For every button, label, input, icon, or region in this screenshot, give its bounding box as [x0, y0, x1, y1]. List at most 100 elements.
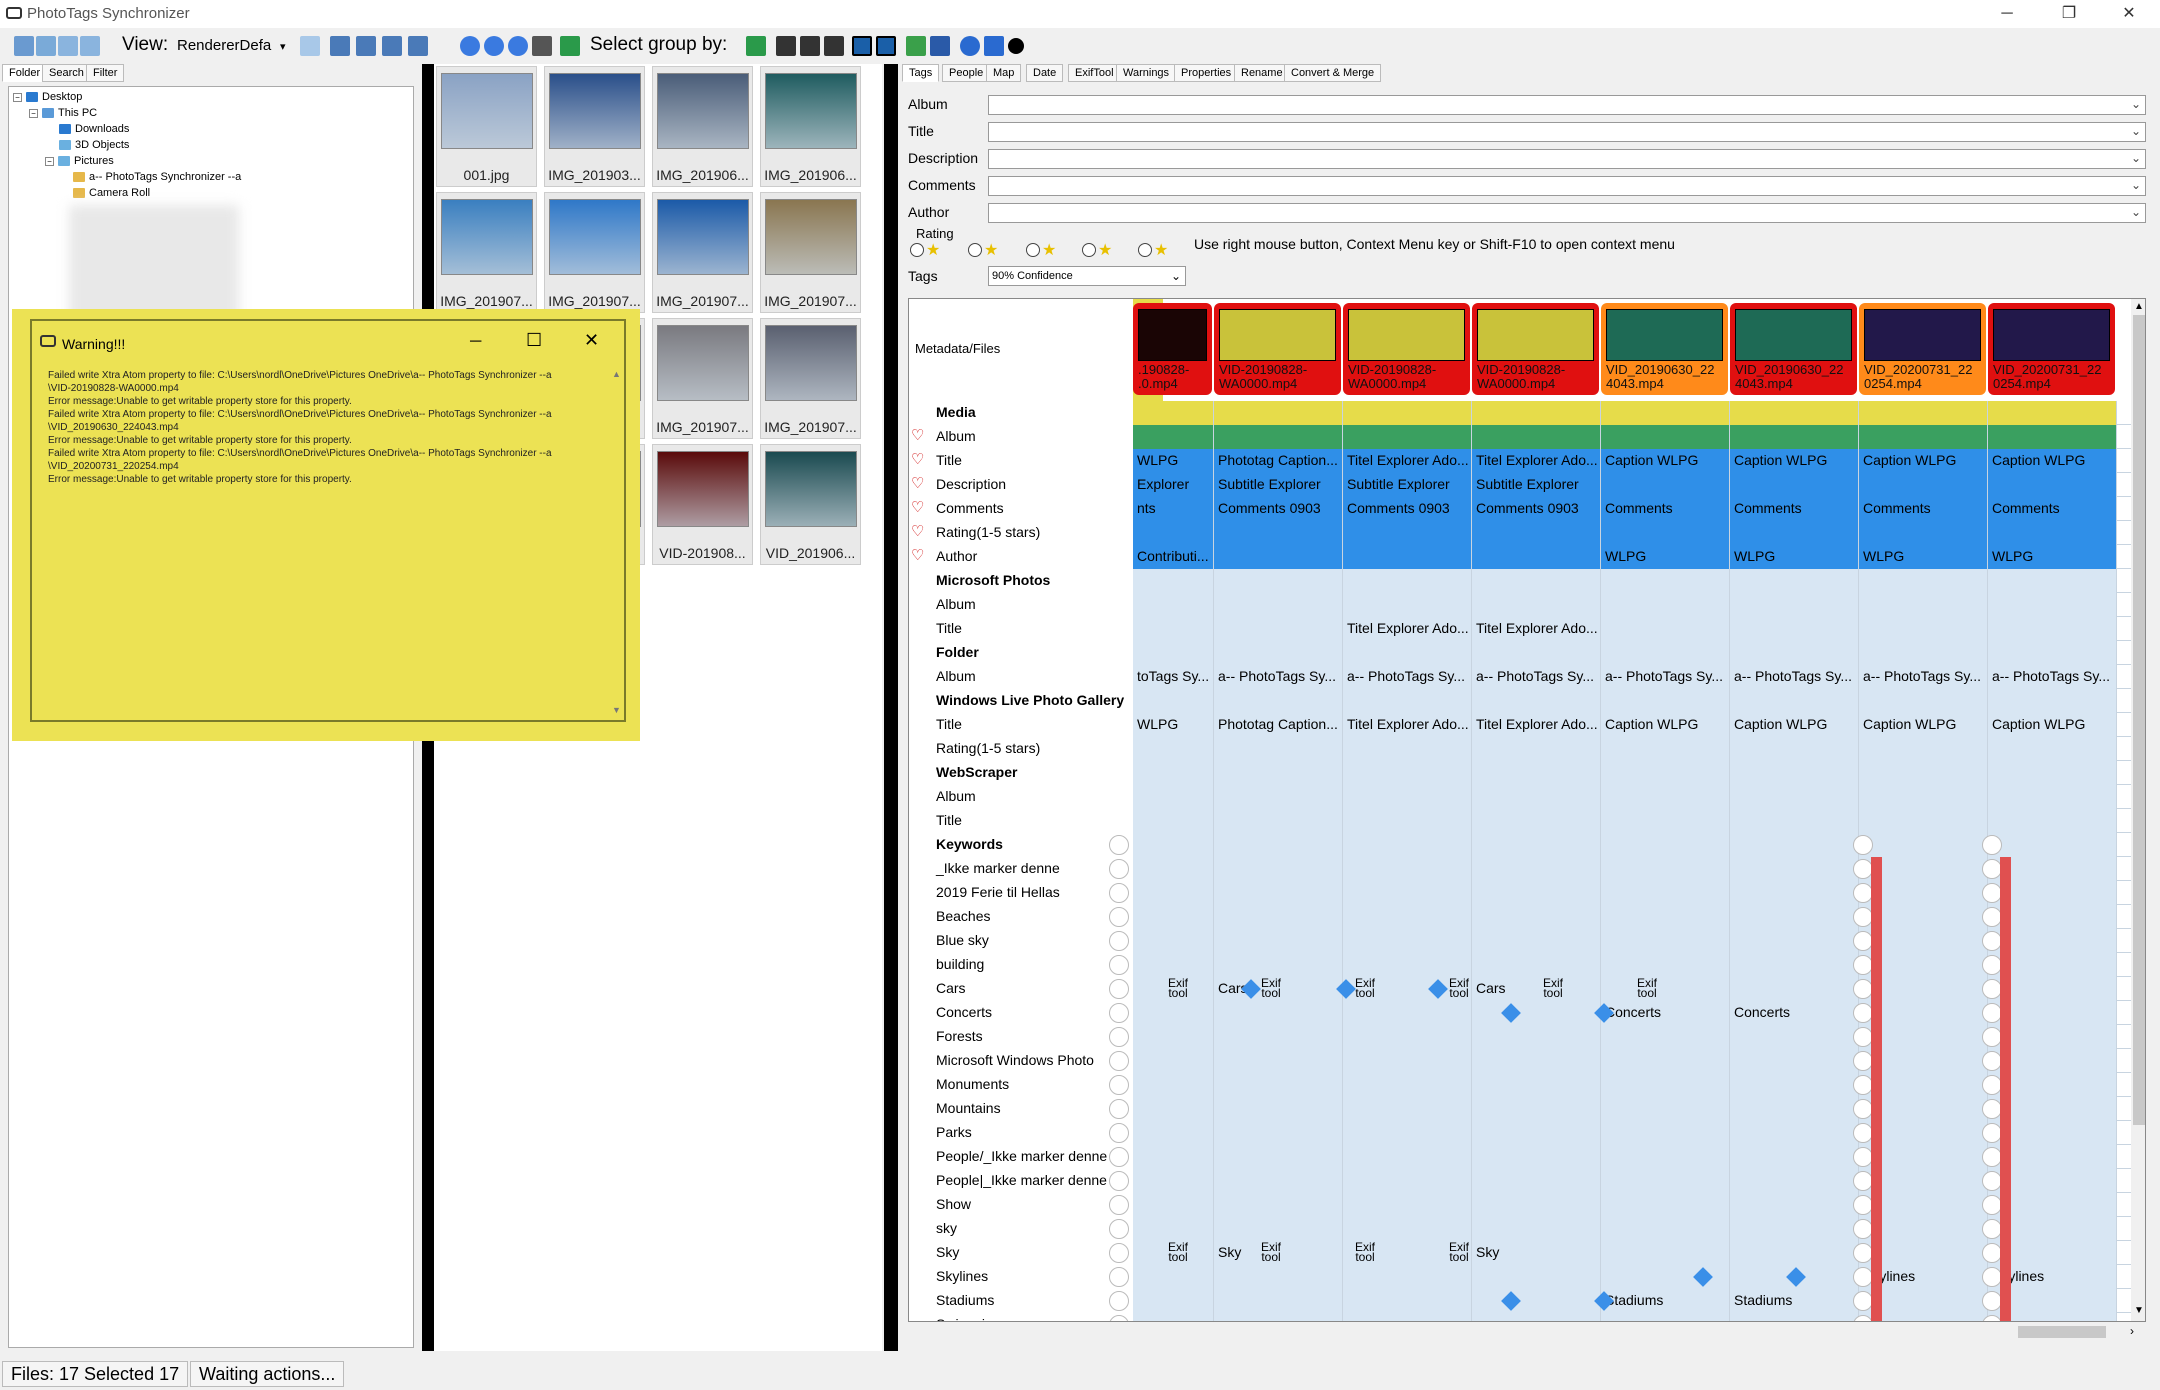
grid-cell[interactable]: [1601, 1145, 1730, 1169]
grid-cell[interactable]: Sky: [1472, 1241, 1601, 1265]
grid-cell[interactable]: Contributi...: [1133, 545, 1214, 569]
thumbnail[interactable]: 001.jpg: [436, 66, 537, 187]
grid-cell[interactable]: [1730, 689, 1859, 713]
grid-cell[interactable]: [1214, 857, 1343, 881]
thumbnail[interactable]: VID_201906...: [760, 444, 861, 565]
grid-cell[interactable]: [1343, 953, 1472, 977]
grid-cell[interactable]: [1214, 1049, 1343, 1073]
image-icon[interactable]: [408, 36, 428, 56]
tree-item[interactable]: − Desktop: [13, 91, 82, 103]
grid-cell[interactable]: [1859, 689, 1988, 713]
grid-cell[interactable]: [1988, 785, 2117, 809]
grid-cell[interactable]: [1601, 593, 1730, 617]
image-icon[interactable]: [330, 36, 350, 56]
layout-icon[interactable]: [80, 36, 100, 56]
grid-cell[interactable]: [1133, 569, 1214, 593]
grid-cell[interactable]: [1472, 593, 1601, 617]
grid-cell[interactable]: Concerts: [1601, 1001, 1730, 1025]
tab-folder[interactable]: Folder: [2, 64, 48, 82]
thumbnail[interactable]: IMG_201907...: [652, 318, 753, 439]
rating-radio-1[interactable]: [910, 243, 924, 257]
keyword-toggle[interactable]: [1853, 1027, 1873, 1047]
chevron-down-icon[interactable]: ⌄: [2131, 205, 2141, 219]
grid-cell[interactable]: [1343, 1121, 1472, 1145]
grid-cell[interactable]: [1859, 473, 1988, 497]
grid-cell[interactable]: [1601, 881, 1730, 905]
grid-cell[interactable]: [1472, 401, 1601, 425]
grid-icon[interactable]: [800, 36, 820, 56]
chevron-down-icon[interactable]: ⌄: [2131, 178, 2141, 192]
grid-cell[interactable]: [1472, 1313, 1601, 1321]
grid-cell[interactable]: Comments 0903: [1343, 497, 1472, 521]
grid-cell[interactable]: [1214, 953, 1343, 977]
scroll-down-icon[interactable]: ▼: [2134, 1305, 2144, 1316]
grid-cell[interactable]: Titel Explorer Ado...: [1472, 449, 1601, 473]
description-field[interactable]: ⌄: [988, 149, 2146, 169]
scroll-up-icon[interactable]: ▲: [2134, 301, 2144, 312]
grid-cell[interactable]: [1214, 1217, 1343, 1241]
keyword-toggle[interactable]: [1982, 1123, 2002, 1143]
thumbnail[interactable]: VID-201908...: [652, 444, 753, 565]
grid-cell[interactable]: [1214, 881, 1343, 905]
grid-cell[interactable]: WLPG: [1133, 449, 1214, 473]
grid-cell[interactable]: [1133, 1265, 1214, 1289]
grid-cell[interactable]: [1601, 1169, 1730, 1193]
tree-item[interactable]: − This PC: [29, 107, 97, 119]
tab-properties[interactable]: Properties: [1174, 64, 1239, 82]
grid-cell[interactable]: [1601, 977, 1730, 1001]
grid-cell[interactable]: a-- PhotoTags Sy...: [1601, 665, 1730, 689]
save-icon[interactable]: [930, 36, 950, 56]
grid-cell[interactable]: Explorer: [1133, 473, 1214, 497]
grid-cell[interactable]: [1214, 809, 1343, 833]
grid-cell[interactable]: [1214, 1073, 1343, 1097]
info-icon[interactable]: [1008, 38, 1024, 54]
keyword-toggle[interactable]: [1982, 1219, 2002, 1239]
heart-icon[interactable]: ♡: [911, 476, 924, 492]
keyword-toggle[interactable]: [1982, 1051, 2002, 1071]
grid-cell[interactable]: [1343, 833, 1472, 857]
tree-item[interactable]: Downloads: [59, 123, 129, 135]
keyword-toggle[interactable]: [1853, 835, 1873, 855]
grid-cell[interactable]: [1601, 809, 1730, 833]
grid-cell[interactable]: [1730, 473, 1859, 497]
grid-cell[interactable]: [1214, 521, 1343, 545]
scroll-thumb[interactable]: [2018, 1326, 2106, 1338]
grid-cell[interactable]: Comments: [1988, 497, 2117, 521]
grid-cell[interactable]: [1343, 1169, 1472, 1193]
grid-cell[interactable]: [1343, 1097, 1472, 1121]
grid-cell[interactable]: [1472, 689, 1601, 713]
keyword-toggle[interactable]: [1109, 931, 1129, 951]
group-icon[interactable]: [746, 36, 766, 56]
grid-cell[interactable]: [1472, 641, 1601, 665]
grid-cell[interactable]: [1730, 521, 1859, 545]
keyword-toggle[interactable]: [1982, 979, 2002, 999]
keyword-toggle[interactable]: [1109, 1003, 1129, 1023]
keyword-toggle[interactable]: [1982, 1195, 2002, 1215]
keyword-toggle[interactable]: [1982, 1243, 2002, 1263]
grid-cell[interactable]: [1730, 833, 1859, 857]
scroll-thumb[interactable]: [2133, 315, 2145, 1125]
heart-icon[interactable]: ♡: [911, 500, 924, 516]
grid-cell[interactable]: WLPG: [1859, 545, 1988, 569]
keyword-toggle[interactable]: [1109, 1315, 1129, 1321]
tree-item-selected[interactable]: a-- PhotoTags Synchronizer --a: [73, 171, 241, 183]
grid-cell[interactable]: [1133, 1073, 1214, 1097]
grid-cell[interactable]: [1730, 1217, 1859, 1241]
grid-cell[interactable]: [1214, 1121, 1343, 1145]
grid-cell[interactable]: [1601, 1217, 1730, 1241]
grid-cell[interactable]: [1988, 593, 2117, 617]
keyword-toggle[interactable]: [1109, 1291, 1129, 1311]
file-column-header[interactable]: .190828- .0.mp4: [1133, 303, 1212, 395]
grid-cell[interactable]: [1601, 1121, 1730, 1145]
grid-cell[interactable]: [1343, 401, 1472, 425]
grid-cell[interactable]: Caption WLPG: [1988, 713, 2117, 737]
grid-cell[interactable]: [1214, 785, 1343, 809]
scroll-down-icon[interactable]: ▼: [612, 705, 621, 715]
scroll-up-icon[interactable]: ▲: [612, 369, 621, 379]
keyword-toggle[interactable]: [1982, 1147, 2002, 1167]
grid-cell[interactable]: [1730, 617, 1859, 641]
grid-cell[interactable]: Titel Explorer Ado...: [1472, 713, 1601, 737]
keyword-toggle[interactable]: [1109, 859, 1129, 879]
thumbnail[interactable]: IMG_201903...: [544, 66, 645, 187]
keyword-toggle[interactable]: [1853, 931, 1873, 951]
